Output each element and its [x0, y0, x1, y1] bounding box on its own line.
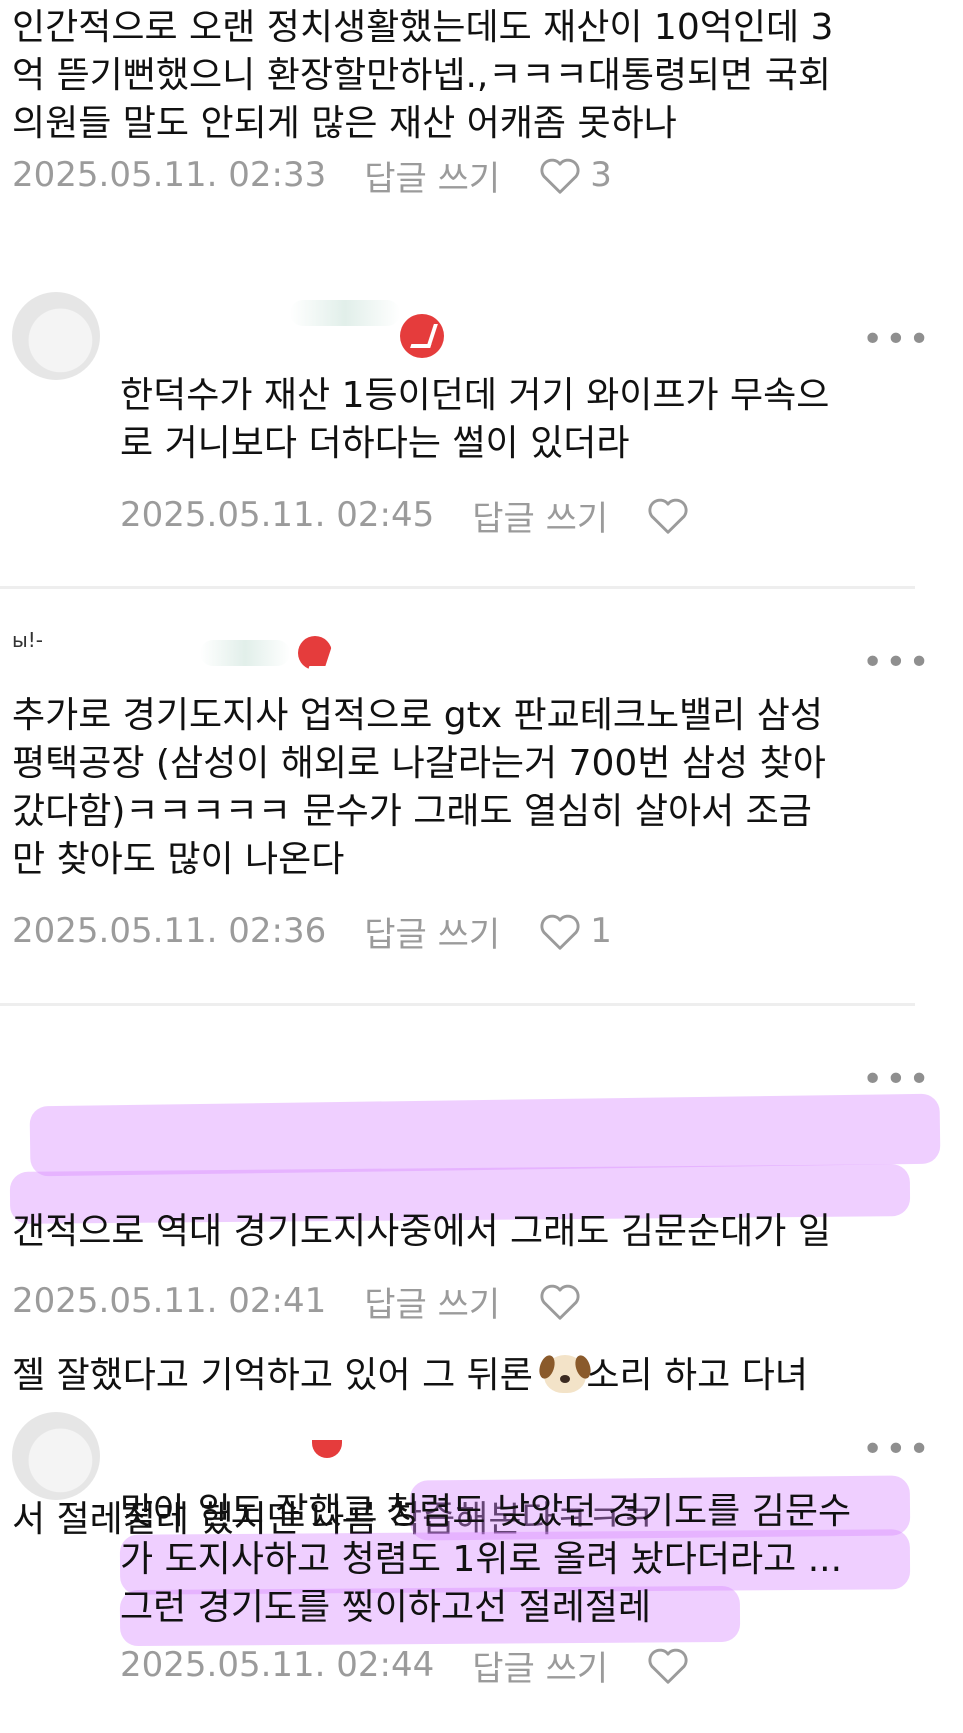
heart-icon [540, 158, 580, 194]
reply-button[interactable]: 답글 쓰기 [472, 1641, 608, 1690]
comment-meta: 2025.05.11. 02:36 답글 쓰기 1 [12, 906, 612, 956]
comment-meta: 2025.05.11. 02:45 답글 쓰기 [120, 490, 690, 540]
comment-date: 2025.05.11. 02:41 [12, 1281, 327, 1321]
like-button[interactable] [646, 1645, 690, 1685]
comment-line-part: 젤 잘했다고 기억하고 있어 그 뒤론 [12, 1355, 545, 1396]
comment-line: 갠적으로 역대 경기도지사중에서 그래도 김문순대가 일 [12, 1211, 831, 1252]
more-options-icon[interactable]: ••• [862, 645, 932, 681]
more-options-icon[interactable]: ••• [862, 322, 932, 358]
comment-meta: 2025.05.11. 02:44 답글 쓰기 [120, 1640, 690, 1690]
like-count: 3 [590, 155, 612, 195]
like-button[interactable] [538, 1281, 582, 1321]
comment-date: 2025.05.11. 02:36 [12, 911, 327, 951]
comment-date: 2025.05.11. 02:44 [120, 1645, 435, 1685]
comment-line: 젤 잘했다고 기억하고 있어 그 뒤론 소리 하고 다녀 [12, 1352, 942, 1400]
reply-button[interactable]: 답글 쓰기 [364, 907, 500, 956]
comment-text: 맞아 일도 잘했고 청렴도 낮았던 경기도를 김문수 가 도지사하고 청렴도 1… [120, 1491, 852, 1628]
reply-button[interactable]: 답글 쓰기 [364, 151, 500, 200]
reply-button[interactable]: 답글 쓰기 [364, 1277, 500, 1326]
divider [0, 586, 915, 589]
avatar[interactable] [12, 292, 100, 380]
comment-meta: 2025.05.11. 02:41 답글 쓰기 [12, 1276, 582, 1326]
comment-line-part: 소리 하고 다녀 [586, 1355, 808, 1396]
like-count: 1 [590, 911, 612, 951]
author-badge-icon [400, 314, 444, 358]
more-options-icon[interactable]: ••• [862, 1062, 932, 1098]
author-name-blurred [200, 640, 290, 666]
author-name-fragment: ы!- [12, 628, 44, 652]
more-options-icon[interactable]: ••• [862, 1432, 932, 1468]
comment-date: 2025.05.11. 02:33 [12, 155, 327, 195]
divider [0, 1003, 915, 1006]
comment-date: 2025.05.11. 02:45 [120, 495, 435, 535]
like-button[interactable] [646, 495, 690, 535]
comment-text: 추가로 경기도지사 업적으로 gtx 판교테크노밸리 삼성 평택공장 (삼성이 … [12, 695, 826, 880]
author-badge-icon [298, 636, 332, 670]
like-button[interactable]: 3 [538, 155, 612, 195]
heart-icon [540, 914, 580, 950]
heart-icon [540, 1284, 580, 1320]
dog-emoji-icon [544, 1355, 587, 1393]
comment-meta: 2025.05.11. 02:33 답글 쓰기 3 [12, 150, 612, 200]
like-button[interactable]: 1 [538, 911, 612, 951]
heart-icon [648, 1648, 688, 1684]
heart-icon [648, 498, 688, 534]
author-name-blurred [290, 300, 400, 326]
comment-text: 한덕수가 재산 1등이던데 거기 와이프가 무속으 로 거니보다 더하다는 썰이… [120, 375, 830, 464]
avatar[interactable] [12, 1412, 100, 1500]
reply-button[interactable]: 답글 쓰기 [472, 491, 608, 540]
comment-text: 인간적으로 오랜 정치생활했는데도 재산이 10억인데 3 억 뜯기뻔했으니 환… [12, 7, 834, 144]
